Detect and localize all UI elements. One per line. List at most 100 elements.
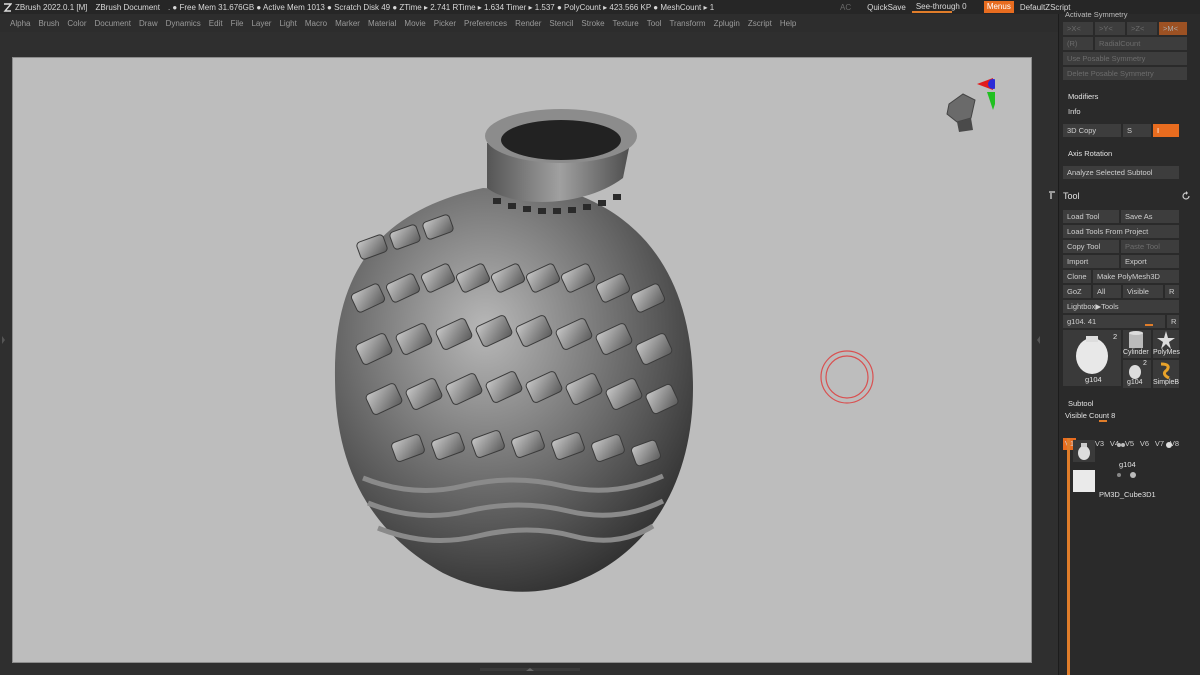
thumb-g104-label: g104 [1127, 379, 1143, 386]
menu-edit[interactable]: Edit [209, 19, 223, 28]
menu-color[interactable]: Color [67, 19, 86, 28]
menu-tool[interactable]: Tool [647, 19, 662, 28]
cylinder-tool-thumbnail[interactable]: Cylinder [1123, 330, 1151, 358]
paste-tool-button[interactable]: Paste Tool [1121, 240, 1179, 253]
thumb-main-label: g104 [1085, 375, 1102, 384]
menus-toggle[interactable]: Menus [983, 1, 1014, 13]
3d-copy-button[interactable]: 3D Copy [1063, 124, 1121, 137]
menu-light[interactable]: Light [279, 19, 296, 28]
analyze-subtool-button[interactable]: Analyze Selected Subtool [1063, 166, 1179, 179]
menu-document[interactable]: Document [95, 19, 131, 28]
sym-r-button[interactable]: (R) [1063, 37, 1093, 50]
make-polymesh3d-button[interactable]: Make PolyMesh3D [1093, 270, 1179, 283]
thumb-g104-count: 2 [1143, 360, 1147, 367]
3d-copy-s-button[interactable]: S [1123, 124, 1151, 137]
tool-section-title[interactable]: Tool [1063, 191, 1080, 201]
current-tool-thumbnail[interactable]: g104 2 [1063, 330, 1121, 386]
menu-texture[interactable]: Texture [613, 19, 639, 28]
import-button[interactable]: Import [1063, 255, 1119, 268]
goz-r-button[interactable]: R [1165, 285, 1179, 298]
menu-draw[interactable]: Draw [139, 19, 158, 28]
vase-subtool-icon [1078, 443, 1090, 460]
save-as-button[interactable]: Save As [1121, 210, 1179, 223]
hammer-icon [1049, 191, 1055, 199]
activate-symmetry-button[interactable]: Activate Symmetry [1065, 10, 1128, 19]
tool-slider[interactable]: g104. 41 [1063, 315, 1165, 328]
menu-layer[interactable]: Layer [251, 19, 271, 28]
menu-help[interactable]: Help [780, 19, 796, 28]
axis-rotation-section[interactable]: Axis Rotation [1068, 149, 1112, 158]
menu-brush[interactable]: Brush [38, 19, 59, 28]
polymesh-tool-thumbnail[interactable]: PolyMes [1153, 330, 1180, 358]
visible-count-handle [1099, 420, 1107, 422]
thumb-simple-label: SimpleB [1153, 379, 1180, 386]
menu-movie[interactable]: Movie [404, 19, 425, 28]
use-posable-symmetry-button[interactable]: Use Posable Symmetry [1063, 52, 1187, 65]
canvas-viewport[interactable] [12, 57, 1032, 663]
app-title: ZBrush 2022.0.1 [M] [15, 2, 88, 12]
goz-visible-button[interactable]: Visible [1123, 285, 1163, 298]
menu-preferences[interactable]: Preferences [464, 19, 507, 28]
left-tray-grip-icon[interactable] [1, 310, 6, 370]
right-tray-grip-icon[interactable] [1036, 310, 1041, 370]
sym-x-button[interactable]: >X< [1063, 22, 1093, 35]
menu-zscript[interactable]: Zscript [748, 19, 772, 28]
subtool-scrollbar[interactable] [1067, 438, 1070, 675]
3d-copy-i-button[interactable]: I [1153, 124, 1179, 137]
quicksave-button[interactable]: QuickSave [867, 3, 906, 12]
cylinder-icon [1129, 331, 1143, 348]
modifiers-section[interactable]: Modifiers [1068, 92, 1098, 101]
menu-bar: Alpha Brush Color Document Draw Dynamics Edit F… [0, 14, 1058, 32]
subtool-cube-label[interactable]: PM3D_Cube3D1 [1099, 490, 1156, 499]
menu-transform[interactable]: Transform [669, 19, 705, 28]
status-stats: . ● Free Mem 31.676GB ● Active Mem 1013 … [167, 2, 715, 12]
copy-tool-button[interactable]: Copy Tool [1063, 240, 1119, 253]
default-zscript-button[interactable]: DefaultZScript [1020, 3, 1071, 12]
thumb-main-count: 2 [1113, 332, 1118, 341]
load-tool-button[interactable]: Load Tool [1063, 210, 1119, 223]
orientation-gizmo-icon[interactable] [945, 76, 995, 146]
star-icon [1157, 331, 1175, 349]
menu-alpha[interactable]: Alpha [10, 19, 30, 28]
info-section[interactable]: Info [1068, 107, 1081, 116]
subtool-g104-label[interactable]: g104 [1119, 460, 1136, 469]
menu-file[interactable]: File [231, 19, 244, 28]
thumb-cylinder-label: Cylinder [1123, 349, 1149, 356]
subtool-g104-thumbnail[interactable] [1073, 440, 1095, 462]
simplebrush-tool-thumbnail[interactable]: SimpleB [1153, 360, 1179, 388]
vase-mesh[interactable] [13, 58, 1033, 664]
g104-tool-thumbnail[interactable]: g104 2 [1123, 360, 1151, 388]
delete-posable-symmetry-button[interactable]: Delete Posable Symmetry [1063, 67, 1187, 80]
goz-all-button[interactable]: All [1093, 285, 1121, 298]
subtool-cube-toggles-icon[interactable] [1109, 470, 1185, 480]
menu-render[interactable]: Render [515, 19, 541, 28]
menu-dynamics[interactable]: Dynamics [166, 19, 201, 28]
menu-macro[interactable]: Macro [305, 19, 327, 28]
menu-stroke[interactable]: Stroke [581, 19, 604, 28]
tool-r-button[interactable]: R [1167, 315, 1179, 328]
sym-z-button[interactable]: >Z< [1127, 22, 1157, 35]
export-button[interactable]: Export [1121, 255, 1179, 268]
subtool-cube-thumbnail[interactable] [1073, 470, 1095, 492]
sym-y-button[interactable]: >Y< [1095, 22, 1125, 35]
menu-material[interactable]: Material [368, 19, 396, 28]
see-through-slider[interactable]: See-through 0 [911, 1, 978, 13]
tool-slider-value: g104. 41 [1067, 317, 1097, 326]
radial-count-slider[interactable]: RadialCount [1095, 37, 1187, 50]
clone-button[interactable]: Clone [1063, 270, 1091, 283]
ac-button[interactable]: AC [840, 3, 851, 12]
refresh-icon[interactable] [1181, 191, 1191, 201]
zbrush-logo-icon [2, 2, 12, 12]
menu-picker[interactable]: Picker [434, 19, 456, 28]
subtool-section-title[interactable]: Subtool [1068, 399, 1093, 408]
menu-stencil[interactable]: Stencil [549, 19, 573, 28]
lightbox-tools-button[interactable]: Lightbox▶Tools [1063, 300, 1179, 313]
subtool-g104-toggles-icon[interactable] [1109, 440, 1185, 450]
menu-marker[interactable]: Marker [335, 19, 360, 28]
load-tools-from-project-button[interactable]: Load Tools From Project [1063, 225, 1179, 238]
goz-button[interactable]: GoZ [1063, 285, 1091, 298]
menu-zplugin[interactable]: Zplugin [714, 19, 740, 28]
sym-m-button[interactable]: >M< [1159, 22, 1187, 35]
visible-count-slider[interactable]: Visible Count 8 [1065, 411, 1115, 420]
bottom-tray-grip-icon[interactable] [480, 667, 580, 673]
